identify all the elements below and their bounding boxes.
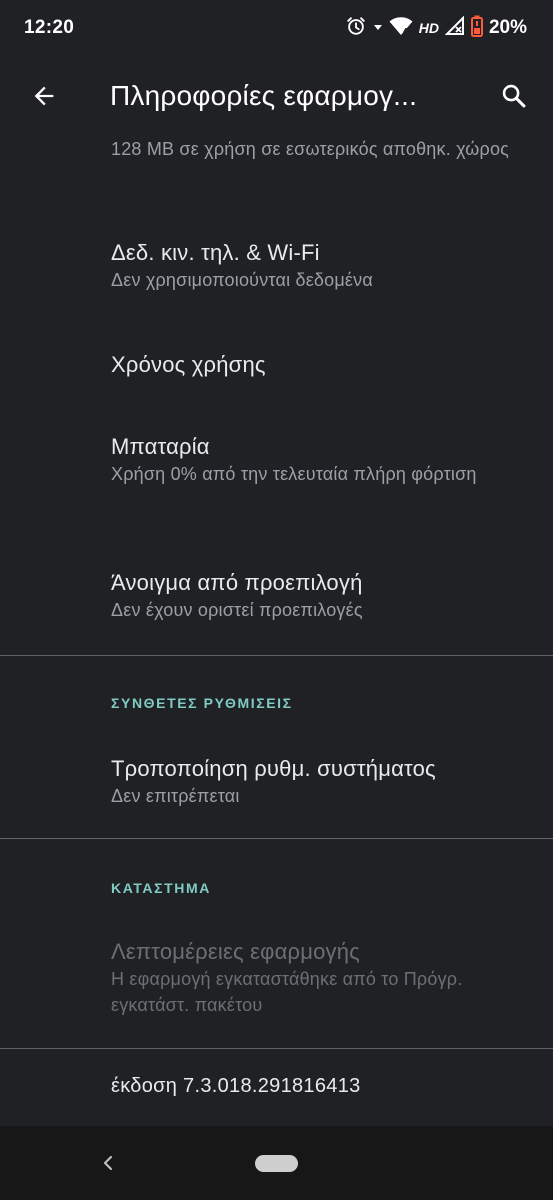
divider <box>0 838 553 839</box>
section-header-advanced: ΣΥΝΘΕΤΕΣ ΡΥΘΜΙΣΕΙΣ <box>111 695 293 711</box>
storage-subtitle: 128 MB σε χρήση σε εσωτερικός αποθηκ. χώ… <box>111 139 510 159</box>
status-time: 12:20 <box>24 17 75 38</box>
list-item-battery[interactable]: Μπαταρία Χρήση 0% από την τελευταία πλήρ… <box>111 433 531 487</box>
wifi-icon: 4 <box>389 16 413 41</box>
open-by-default-title: Άνοιγμα από προεπιλογή <box>111 570 363 595</box>
modify-system-settings-subtitle: Δεν επιτρέπεται <box>111 786 240 806</box>
nav-home-pill[interactable] <box>255 1155 298 1172</box>
battery-icon <box>470 15 483 42</box>
section-header-store: ΚΑΤΑΣΤΗΜΑ <box>111 880 211 896</box>
divider <box>0 655 553 656</box>
battery-title: Μπαταρία <box>111 434 210 459</box>
app-bar: Πληροφορίες εφαρμογ... <box>0 60 553 136</box>
search-icon <box>502 84 526 108</box>
data-arrow-icon <box>373 19 383 37</box>
open-by-default-subtitle: Δεν έχουν οριστεί προεπιλογές <box>111 600 363 620</box>
svg-text:4: 4 <box>403 27 408 36</box>
list-item-mobile-data[interactable]: Δεδ. κιν. τηλ. & Wi-Fi Δεν χρησιμοποιούν… <box>111 239 531 293</box>
mobile-data-subtitle: Δεν χρησιμοποιούνται δεδομένα <box>111 270 373 290</box>
network-hd-label: HD <box>418 20 439 36</box>
divider <box>0 1048 553 1049</box>
navigation-bar <box>0 1126 553 1200</box>
app-details-subtitle: Η εφαρμογή εγκαταστάθηκε από το Πρόγρ. ε… <box>111 969 463 1015</box>
app-details-title: Λεπτομέρειες εφαρμογής <box>111 939 360 964</box>
list-item-storage[interactable]: 128 MB σε χρήση σε εσωτερικός αποθηκ. χώ… <box>111 136 531 162</box>
chevron-left-icon <box>103 1155 113 1171</box>
signal-icon <box>444 15 465 41</box>
modify-system-settings-title: Τροποποίηση ρυθμ. συστήματος <box>111 756 436 781</box>
nav-back-button[interactable] <box>94 1148 122 1178</box>
battery-percentage: 20% <box>488 17 527 38</box>
back-button[interactable] <box>22 74 66 118</box>
battery-subtitle: Χρήση 0% από την τελευταία πλήρη φόρτιση <box>111 464 477 484</box>
list-item-screen-time[interactable]: Χρόνος χρήσης <box>111 351 531 379</box>
arrow-back-icon <box>34 86 54 106</box>
version-text: έκδοση 7.3.018.291816413 <box>111 1075 361 1097</box>
alarm-icon <box>345 15 367 42</box>
mobile-data-title: Δεδ. κιν. τηλ. & Wi-Fi <box>111 240 320 265</box>
status-bar: 12:20 4 HD 20% <box>0 0 553 56</box>
screen-time-title: Χρόνος χρήσης <box>111 352 266 377</box>
list-item-open-by-default[interactable]: Άνοιγμα από προεπιλογή Δεν έχουν οριστεί… <box>111 569 531 623</box>
status-icons: 4 HD 20% <box>345 15 527 42</box>
list-item-app-details: Λεπτομέρειες εφαρμογής Η εφαρμογή εγκατα… <box>111 938 531 1018</box>
list-item-modify-system-settings[interactable]: Τροποποίηση ρυθμ. συστήματος Δεν επιτρέπ… <box>111 755 531 809</box>
search-button[interactable] <box>492 74 536 118</box>
page-title: Πληροφορίες εφαρμογ... <box>110 80 418 111</box>
